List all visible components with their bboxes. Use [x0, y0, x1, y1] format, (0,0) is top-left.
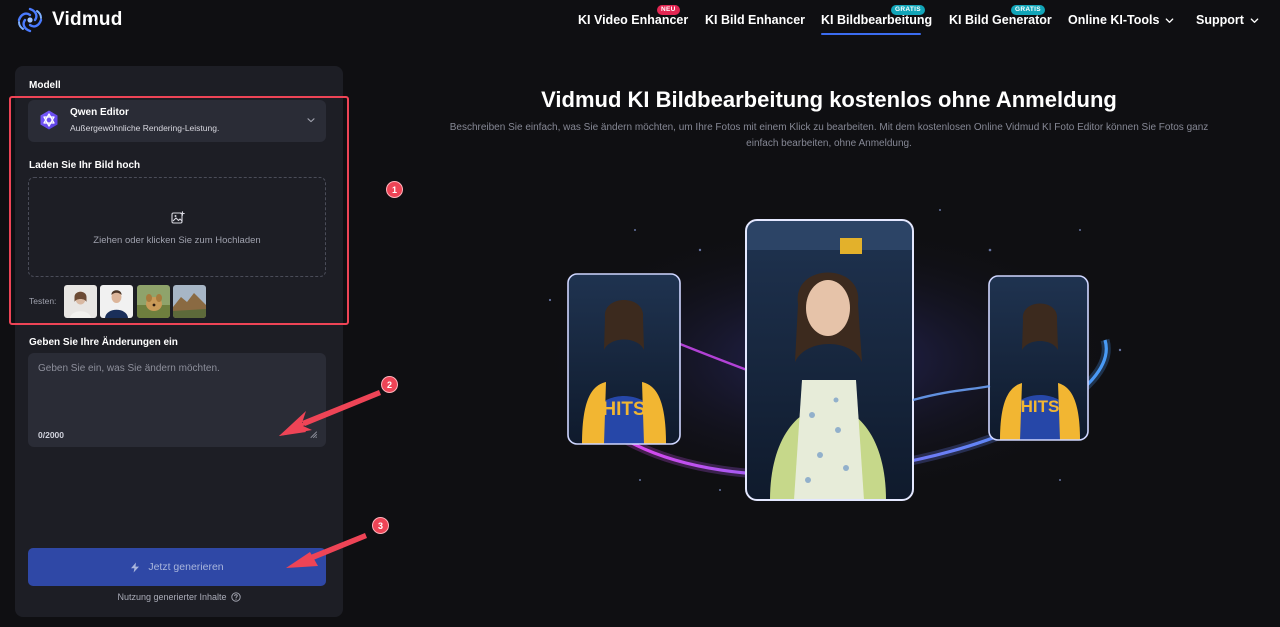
svg-text:HITS: HITS [602, 399, 645, 420]
hero-title: Vidmud KI Bildbearbeitung kostenlos ohne… [541, 87, 1117, 112]
hero-illustration: HITS HITS [530, 209, 1130, 501]
svg-text:HITS: HITS [1021, 397, 1060, 416]
annotation-arrow-2-shaft [302, 390, 381, 426]
hero-description: Beschreiben Sie einfach, was Sie ändern … [449, 122, 1209, 149]
